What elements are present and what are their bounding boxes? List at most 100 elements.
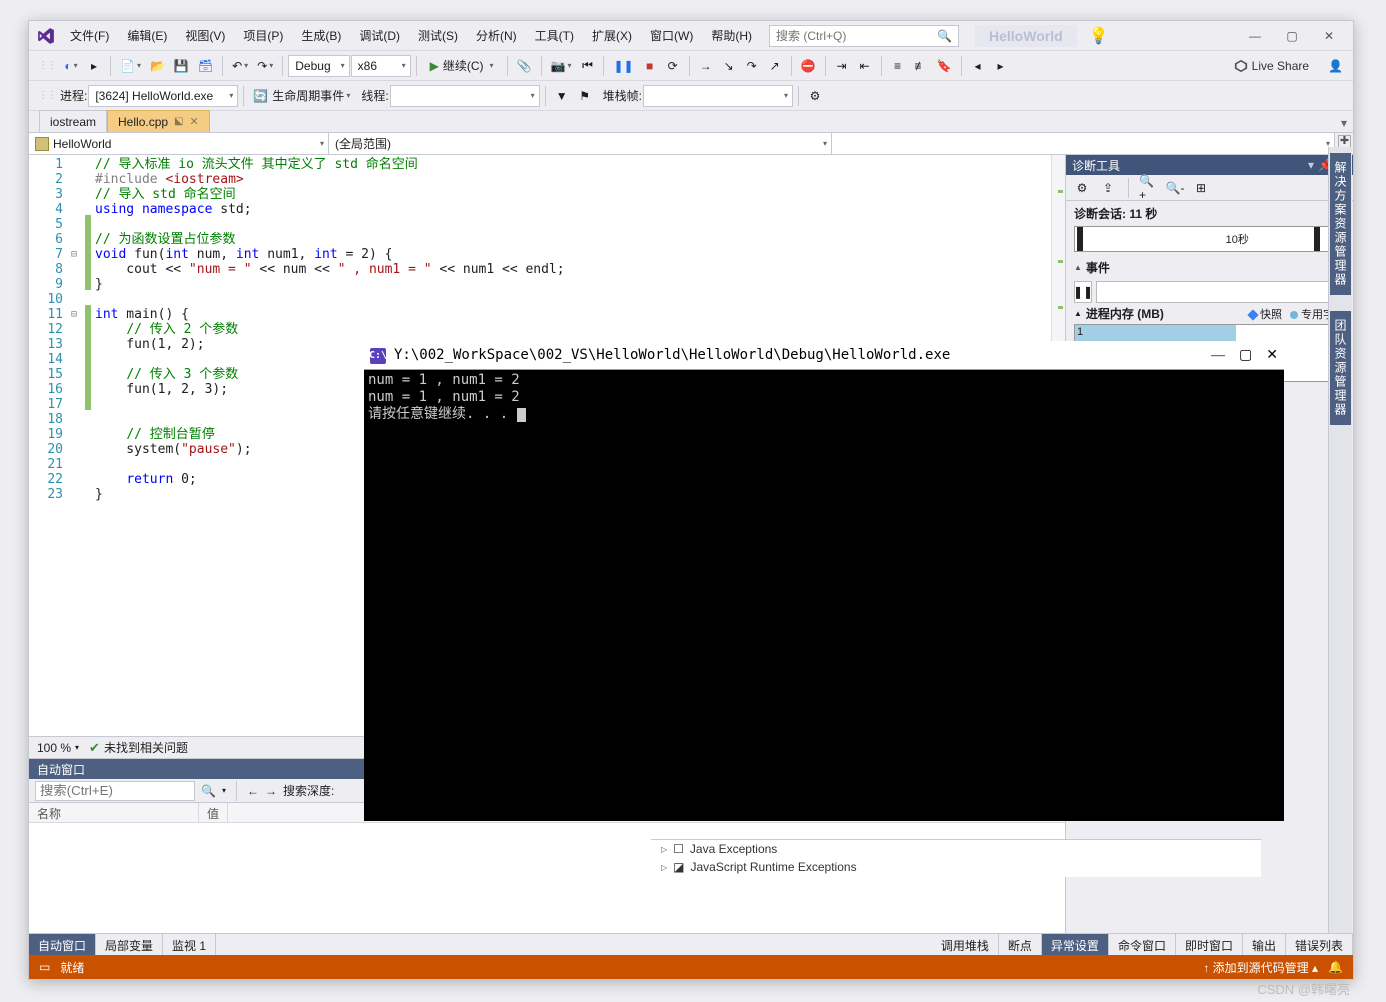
menu-s[interactable]: 测试(S) <box>409 23 467 48</box>
attach-process-button[interactable]: 📎 <box>513 54 536 78</box>
bottom-tab[interactable]: 局部变量 <box>96 934 163 955</box>
live-share-button[interactable]: Live Share <box>1226 59 1317 73</box>
bottom-tab[interactable]: 断点 <box>999 934 1042 955</box>
bottom-tab[interactable]: 错误列表 <box>1286 934 1353 955</box>
tab-iostream[interactable]: iostream <box>39 110 107 132</box>
quick-search-input[interactable] <box>776 29 931 43</box>
redo-button[interactable]: ↷ <box>253 54 277 78</box>
bottom-tab[interactable]: 即时窗口 <box>1176 934 1243 955</box>
outdent-button[interactable]: ⇤ <box>854 54 876 78</box>
account-icon[interactable]: 👤 <box>1324 54 1347 78</box>
undo-button[interactable]: ↶ <box>228 54 252 78</box>
zoom-out-icon[interactable]: 🔍- <box>1165 178 1185 198</box>
menu-b[interactable]: 生成(B) <box>292 23 350 48</box>
step-into-button[interactable]: ↘ <box>718 54 740 78</box>
fold-gutter[interactable]: ⊟ ⊟ <box>71 155 85 736</box>
issues-indicator[interactable]: ✔ 未找到相关问题 <box>89 739 188 756</box>
comment-button[interactable]: ≡ <box>887 54 909 78</box>
prev-snapshot-button[interactable]: ⏮ <box>576 54 598 78</box>
stackframe-combo[interactable] <box>643 85 793 107</box>
stackframe-opts-button[interactable]: ⚙ <box>804 84 826 108</box>
minimize-button[interactable]: — <box>1237 22 1273 50</box>
solution-explorer-tab[interactable]: 解决方案资源管理器 <box>1330 153 1351 295</box>
show-next-stmt-button[interactable]: → <box>695 54 717 78</box>
menu-p[interactable]: 项目(P) <box>234 23 292 48</box>
settings-icon[interactable]: ⚙ <box>1072 178 1092 198</box>
breakpoints-window-button[interactable]: ⛔ <box>797 54 820 78</box>
nav-fwd-icon[interactable]: → <box>265 784 277 798</box>
continue-button[interactable]: ▶继续(C) <box>422 54 502 78</box>
stop-button[interactable]: ■ <box>639 54 661 78</box>
bottom-tab[interactable]: 输出 <box>1243 934 1286 955</box>
pin-icon[interactable]: ⬕ <box>174 116 183 127</box>
save-all-button[interactable]: 🗃 <box>194 54 217 78</box>
intellisense-bulb-icon[interactable]: 💡 <box>1089 26 1109 46</box>
scope-combo[interactable]: (全局范围) <box>329 133 832 154</box>
menu-t[interactable]: 工具(T) <box>526 23 583 48</box>
menu-x[interactable]: 扩展(X) <box>583 23 641 48</box>
search-icon[interactable]: 🔍 <box>201 784 216 798</box>
bottom-tab[interactable]: 异常设置 <box>1042 934 1109 955</box>
bottom-tab[interactable]: 自动窗口 <box>29 934 96 955</box>
back-button[interactable]: ◐ <box>60 54 82 78</box>
scm-button[interactable]: ↑ 添加到源代码管理 ▴ <box>1203 959 1318 976</box>
col-value[interactable]: 值 <box>199 803 228 822</box>
menu-d[interactable]: 调试(D) <box>350 23 409 48</box>
config-combo[interactable]: Debug <box>288 55 349 77</box>
thread-combo[interactable] <box>390 85 540 107</box>
events-pause-icon[interactable]: ❚❚ <box>1074 281 1092 303</box>
bookmark-button[interactable]: 🔖 <box>933 54 956 78</box>
next-bookmark-button[interactable]: ▸ <box>990 54 1012 78</box>
console-maximize[interactable]: ▢ <box>1239 347 1252 364</box>
zoom-in-icon[interactable]: 🔍+ <box>1139 178 1159 198</box>
snapshot-button[interactable]: 📷 <box>547 54 576 78</box>
pause-button[interactable]: ❚❚ <box>609 54 637 78</box>
diagnostics-time-ruler[interactable]: 10秒 <box>1074 226 1345 252</box>
reset-view-icon[interactable]: ⊞ <box>1191 178 1211 198</box>
col-name[interactable]: 名称 <box>29 803 199 822</box>
autos-search-input[interactable] <box>35 781 195 801</box>
tab-hello-cpp[interactable]: Hello.cpp ⬕ ✕ <box>107 110 210 132</box>
forward-button[interactable]: ▸ <box>83 54 105 78</box>
quick-search[interactable]: 🔍 <box>769 25 959 47</box>
bottom-tab[interactable]: 命令窗口 <box>1109 934 1176 955</box>
close-button[interactable]: ✕ <box>1311 22 1347 50</box>
flag-threads-button[interactable]: ⚑ <box>574 84 596 108</box>
zoom-combo[interactable]: 100 %▾ <box>37 741 79 755</box>
restart-button[interactable]: ⟳ <box>662 54 684 78</box>
process-combo[interactable]: [3624] HelloWorld.exe <box>88 85 238 107</box>
memory-section-header[interactable]: ▲ 进程内存 (MB) 快照 专用字节 <box>1066 305 1353 322</box>
exception-settings-content[interactable]: ▷☐Java Exceptions ▷◪JavaScript Runtime E… <box>651 839 1261 877</box>
dropdown-icon[interactable]: ▾ <box>1308 158 1314 172</box>
tab-dropdown-icon[interactable]: ▾ <box>1335 114 1353 132</box>
save-button[interactable]: 💾 <box>170 54 193 78</box>
prev-bookmark-button[interactable]: ◂ <box>967 54 989 78</box>
project-combo[interactable]: HelloWorld <box>29 133 329 154</box>
maximize-button[interactable]: ▢ <box>1274 22 1310 50</box>
console-close[interactable]: ✕ <box>1266 347 1278 364</box>
menu-w[interactable]: 窗口(W) <box>641 23 702 48</box>
bottom-tab[interactable]: 调用堆栈 <box>932 934 999 955</box>
platform-combo[interactable]: x86 <box>351 55 411 77</box>
events-section-header[interactable]: ▲事件 <box>1066 256 1353 279</box>
step-out-button[interactable]: ↗ <box>764 54 786 78</box>
notifications-icon[interactable]: 🔔 <box>1328 960 1343 974</box>
console-minimize[interactable]: — <box>1211 347 1225 364</box>
nav-back-icon[interactable]: ← <box>247 784 259 798</box>
menu-h[interactable]: 帮助(H) <box>702 23 761 48</box>
step-over-button[interactable]: ↷ <box>741 54 763 78</box>
lifecycle-events-button[interactable]: 🔄 生命周期事件 <box>249 84 354 108</box>
new-project-button[interactable]: 📄 <box>116 54 145 78</box>
menu-e[interactable]: 编辑(E) <box>118 23 176 48</box>
menu-n[interactable]: 分析(N) <box>467 23 526 48</box>
export-icon[interactable]: ⇪ <box>1098 178 1118 198</box>
close-tab-icon[interactable]: ✕ <box>190 115 199 128</box>
filter-threads-button[interactable]: ▼ <box>551 84 573 108</box>
menu-f[interactable]: 文件(F) <box>61 23 118 48</box>
menu-v[interactable]: 视图(V) <box>176 23 234 48</box>
bottom-tab[interactable]: 监视 1 <box>163 934 216 955</box>
indent-button[interactable]: ⇥ <box>831 54 853 78</box>
console-title-bar[interactable]: C:\ Y:\002_WorkSpace\002_VS\HelloWorld\H… <box>364 342 1284 370</box>
team-explorer-tab[interactable]: 团队资源管理器 <box>1330 311 1351 425</box>
events-track[interactable] <box>1096 281 1345 303</box>
